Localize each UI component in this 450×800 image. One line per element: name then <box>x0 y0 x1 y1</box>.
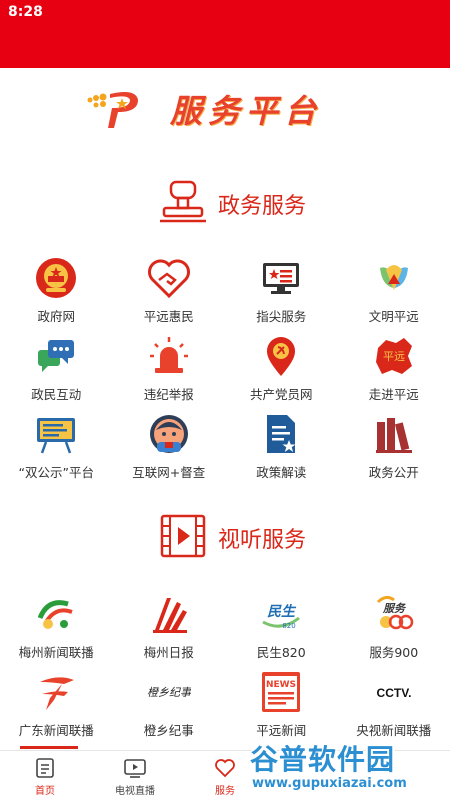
section-title-gov: 政务服务 <box>218 194 307 219</box>
tab-label: 电视直播 <box>115 786 155 797</box>
watermark: 谷普软件园 www.gupuxiazai.com <box>250 738 450 800</box>
service-label: 政府网 <box>37 309 75 324</box>
meizhou-news-logo-icon <box>37 600 73 629</box>
watermark-title: 谷普软件园 <box>250 743 396 776</box>
tab-home[interactable]: 首页 <box>0 751 90 800</box>
media-item-cctv-news[interactable]: CCTV. 央视新闻联播 <box>338 670 450 748</box>
alarm-light-icon <box>149 337 188 373</box>
service-item-government-affairs-open[interactable]: 政务公开 <box>338 412 450 490</box>
civilization-leaf-icon <box>379 265 408 290</box>
tab-label: 首页 <box>35 786 55 797</box>
media-label: 民生820 <box>256 645 306 660</box>
svg-text:民生: 民生 <box>267 603 297 620</box>
chat-bubbles-icon <box>38 340 75 372</box>
grid-row: 政府网 平远惠民 指尖服务 文明平远 <box>0 256 450 334</box>
tab-tv-live[interactable]: 电视直播 <box>90 751 180 800</box>
service-item-fingertip-service[interactable]: 指尖服务 <box>225 256 338 334</box>
stamp-icon <box>160 180 206 223</box>
service-item-visit-pingyuan[interactable]: 平远 走进平远 <box>338 334 450 412</box>
svg-text:820: 820 <box>283 622 296 630</box>
media-item-minsheng-820[interactable]: 民生 820 民生820 <box>225 592 338 670</box>
svg-text:橙乡纪事: 橙乡纪事 <box>147 686 191 699</box>
service-item-double-publicity[interactable]: “双公示”平台 <box>0 412 113 490</box>
media-label: 梅州新闻联播 <box>18 645 94 660</box>
cctv-logo-icon: CCTV. <box>376 686 411 700</box>
national-emblem-icon <box>36 258 77 298</box>
section-title-media: 视听服务 <box>218 528 307 553</box>
region-map-icon: 平远 <box>375 338 412 374</box>
document-star-icon <box>267 415 296 453</box>
guangdong-tv-logo-icon <box>40 677 75 710</box>
svg-text:NEWS: NEWS <box>266 680 296 690</box>
media-item-service-900[interactable]: 服务 服务900 <box>338 592 450 670</box>
service-label: 互联网+督查 <box>132 465 206 480</box>
heart-icon <box>215 759 235 778</box>
section-header-gov: 政务服务 <box>0 178 450 228</box>
heart-handshake-icon <box>147 259 190 299</box>
video-film-icon <box>160 514 206 558</box>
books-icon <box>375 418 412 453</box>
service-item-pingyuan-benefit[interactable]: 平远惠民 <box>113 256 226 334</box>
status-bar: 8:28 <box>0 0 450 68</box>
service-label: 共产党员网 <box>249 387 313 402</box>
grid-row: 梅州新闻联播 梅州日报 民生 820 民生820 服务 服务900 <box>0 592 450 670</box>
gov-services-grid: 政府网 平远惠民 指尖服务 文明平远 政民互动 违纪举报 共产党员网 平远 走进… <box>0 256 450 490</box>
home-doc-icon <box>36 758 54 778</box>
grid-row: 政民互动 违纪举报 共产党员网 平远 走进平远 <box>0 334 450 412</box>
media-label: 橙乡纪事 <box>143 723 194 738</box>
grid-row: 广东新闻联播 橙乡纪事 橙乡纪事 NEWS 平远新闻 CCTV. 央视新闻联播 <box>0 670 450 748</box>
service-label: 政务公开 <box>368 465 419 480</box>
media-item-chengxiang-chronicle[interactable]: 橙乡纪事 橙乡纪事 <box>113 670 226 748</box>
service-item-citizen-interaction[interactable]: 政民互动 <box>0 334 113 412</box>
news-logo-icon: NEWS <box>262 672 301 712</box>
service-item-discipline-report[interactable]: 违纪举报 <box>113 334 226 412</box>
service-label: 走进平远 <box>368 387 419 402</box>
media-item-meizhou-news[interactable]: 梅州新闻联播 <box>0 592 113 670</box>
tv-play-icon <box>124 759 146 778</box>
media-label: 服务900 <box>369 645 419 660</box>
svg-text:服务: 服务 <box>382 602 407 615</box>
media-services-grid: 梅州新闻联播 梅州日报 民生 820 民生820 服务 服务900 广东新闻联播… <box>0 592 450 748</box>
platform-title: 服务平台 <box>170 92 323 130</box>
service-900-logo-icon: 服务 <box>376 595 413 630</box>
inspector-avatar-icon <box>149 415 188 453</box>
service-item-internet-inspection[interactable]: 互联网+督查 <box>113 412 226 490</box>
status-time: 8:28 <box>8 4 43 20</box>
platform-header: 服务平台 <box>0 80 450 136</box>
tab-indicator <box>20 746 78 749</box>
media-label: 梅州日报 <box>143 645 194 660</box>
watermark-url: www.gupuxiazai.com <box>252 776 407 791</box>
blackboard-icon <box>37 418 76 454</box>
meizhou-daily-logo-icon <box>152 598 187 633</box>
service-label: 指尖服务 <box>256 309 307 324</box>
grid-row: “双公示”平台 互联网+督查 政策解读 政务公开 <box>0 412 450 490</box>
media-label: 广东新闻联播 <box>18 723 94 738</box>
chengxiang-logo-icon: 橙乡纪事 <box>147 686 191 699</box>
service-label: 违纪举报 <box>143 387 194 402</box>
service-label: 政民互动 <box>31 387 82 402</box>
service-item-civilized-pingyuan[interactable]: 文明平远 <box>338 256 450 334</box>
minsheng-820-logo-icon: 民生 820 <box>262 603 301 630</box>
tab-label: 服务 <box>215 786 235 797</box>
media-item-meizhou-daily[interactable]: 梅州日报 <box>113 592 226 670</box>
media-label: 平远新闻 <box>256 723 307 738</box>
svg-text:平远: 平远 <box>383 350 405 363</box>
media-item-pingyuan-news[interactable]: NEWS 平远新闻 <box>225 670 338 748</box>
service-label: 平远惠民 <box>143 309 194 324</box>
service-item-policy-interpretation[interactable]: 政策解读 <box>225 412 338 490</box>
service-label: “双公示”平台 <box>18 465 94 480</box>
party-pin-icon <box>267 337 296 376</box>
section-header-media: 视听服务 <box>0 512 450 562</box>
service-item-gov-website[interactable]: 政府网 <box>0 256 113 334</box>
service-label: 政策解读 <box>256 465 307 480</box>
service-label: 文明平远 <box>368 309 419 324</box>
svg-text:CCTV.: CCTV. <box>376 686 411 700</box>
media-label: 央视新闻联播 <box>356 723 432 738</box>
service-item-party-member-net[interactable]: 共产党员网 <box>225 334 338 412</box>
monitor-flag-icon <box>263 263 300 294</box>
platform-logo-icon <box>87 92 138 128</box>
media-item-guangdong-news[interactable]: 广东新闻联播 <box>0 670 113 748</box>
